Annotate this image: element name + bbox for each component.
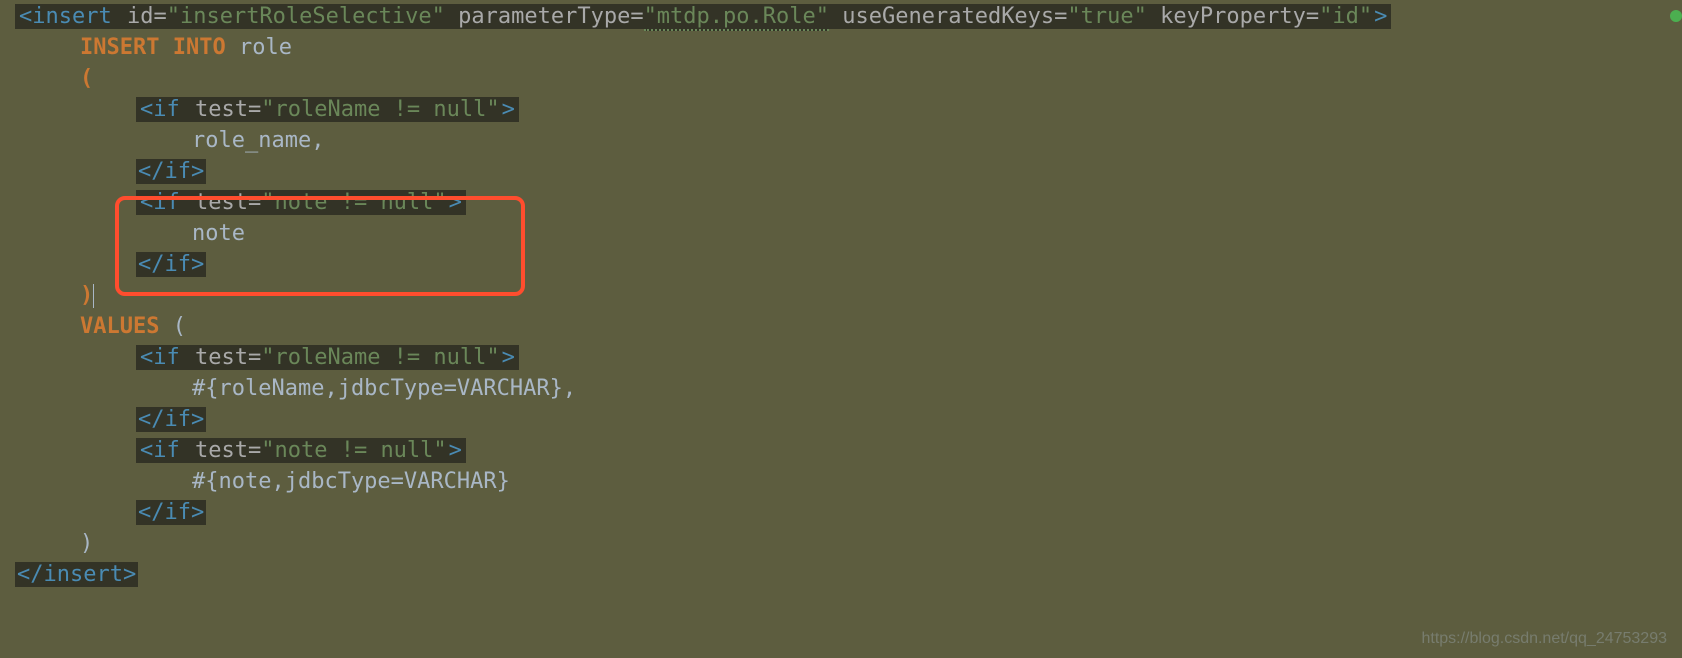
attr-test: test (195, 345, 248, 370)
code-line[interactable]: VALUES ( (0, 312, 1682, 343)
val-id: "insertRoleSelective" (167, 4, 445, 29)
if-tag-open: <if (138, 97, 182, 122)
code-line[interactable]: </if> (0, 157, 1682, 188)
attr-test: test (195, 438, 248, 463)
code-line[interactable]: <if test="note != null"> (0, 188, 1682, 219)
kw-insert: INSERT (80, 35, 159, 60)
attr-id: id (127, 4, 154, 29)
close-paren-values: ) (80, 531, 93, 556)
if-tag-close: </if> (136, 159, 206, 184)
open-paren: ( (80, 66, 93, 91)
column-rolename: role_name, (192, 128, 324, 153)
green-indicator (1670, 10, 1682, 22)
watermark-text: https://blog.csdn.net/qq_24753293 (1421, 628, 1667, 650)
insert-tag-close-bracket: > (1372, 4, 1389, 29)
table-name: role (239, 35, 292, 60)
text-cursor (93, 284, 94, 308)
code-line[interactable]: <if test="roleName != null"> (0, 343, 1682, 374)
if-tag-close: </if> (136, 252, 206, 277)
code-line[interactable]: INSERT INTO role (0, 33, 1682, 64)
insert-tag-close: </insert> (15, 562, 138, 587)
code-line[interactable]: #{note,jdbcType=VARCHAR} (0, 467, 1682, 498)
kw-into: INTO (173, 35, 226, 60)
column-note: note (192, 221, 245, 246)
code-editor[interactable]: <insert id="insertRoleSelective" paramet… (0, 0, 1682, 591)
code-line[interactable]: role_name, (0, 126, 1682, 157)
attr-parametertype: parameterType (458, 4, 630, 29)
val-parametertype: "mtdp.po.Role" (644, 4, 829, 31)
code-line[interactable]: ( (0, 64, 1682, 95)
open-paren-values: ( (173, 314, 186, 339)
val-test: "note != null" (261, 438, 446, 463)
attr-usegeneratedkeys: useGeneratedKeys (842, 4, 1054, 29)
code-line[interactable]: #{roleName,jdbcType=VARCHAR}, (0, 374, 1682, 405)
param-note: #{note,jdbcType=VARCHAR} (192, 469, 510, 494)
val-keyproperty: "id" (1319, 4, 1372, 29)
insert-tag-open: <insert (17, 4, 114, 29)
code-line[interactable]: ) (0, 281, 1682, 312)
code-line[interactable]: </insert> (0, 560, 1682, 591)
code-line[interactable]: <insert id="insertRoleSelective" paramet… (0, 2, 1682, 33)
val-test: "roleName != null" (261, 345, 499, 370)
param-rolename: #{roleName,jdbcType=VARCHAR}, (192, 376, 576, 401)
if-tag-open: <if (138, 190, 182, 215)
code-line[interactable]: <if test="note != null"> (0, 436, 1682, 467)
attr-test: test (195, 97, 248, 122)
val-test: "roleName != null" (261, 97, 499, 122)
attr-keyproperty: keyProperty (1160, 4, 1306, 29)
attr-test: test (195, 190, 248, 215)
code-line[interactable]: note (0, 219, 1682, 250)
if-tag-open: <if (138, 438, 182, 463)
if-tag-close: </if> (136, 407, 206, 432)
code-line[interactable]: <if test="roleName != null"> (0, 95, 1682, 126)
if-tag-close: </if> (136, 500, 206, 525)
code-line[interactable]: </if> (0, 498, 1682, 529)
code-line[interactable]: ) (0, 529, 1682, 560)
val-test: "note != null" (261, 190, 446, 215)
if-tag-open: <if (138, 345, 182, 370)
close-paren: ) (80, 283, 93, 308)
code-line[interactable]: </if> (0, 405, 1682, 436)
kw-values: VALUES (80, 314, 159, 339)
code-line[interactable]: </if> (0, 250, 1682, 281)
val-usegeneratedkeys: "true" (1067, 4, 1146, 29)
